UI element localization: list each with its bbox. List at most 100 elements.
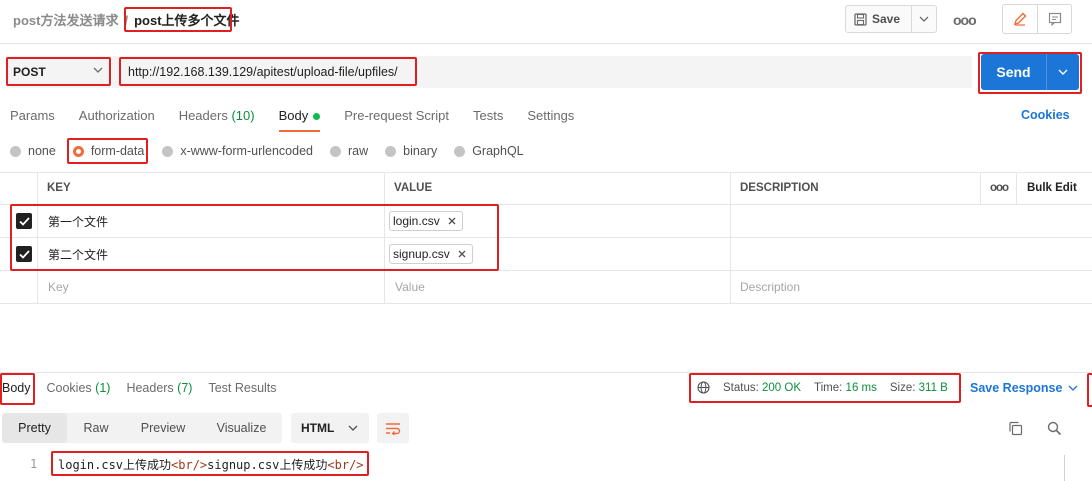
header-divider bbox=[0, 43, 1092, 44]
row-key[interactable]: 第二个文件 bbox=[48, 238, 108, 270]
table-row: 第二个文件 signup.csv bbox=[0, 238, 1092, 271]
body-indicator-dot bbox=[313, 113, 321, 121]
response-tab-test-results[interactable]: Test Results bbox=[208, 381, 276, 395]
scrollbar[interactable] bbox=[1064, 455, 1065, 481]
method-select[interactable]: POST bbox=[6, 56, 110, 88]
response-tabs: Body Cookies (1) Headers (7) Test Result… bbox=[2, 381, 293, 395]
radio-dot bbox=[454, 145, 466, 157]
check-icon bbox=[18, 216, 30, 226]
radio-raw[interactable]: raw bbox=[330, 144, 368, 158]
breadcrumb-separator: / bbox=[124, 13, 129, 28]
radio-dot bbox=[10, 145, 21, 157]
body-type-radios: none form-data x-www-form-urlencoded raw… bbox=[10, 144, 541, 158]
bulk-edit-button[interactable]: Bulk Edit bbox=[1027, 172, 1077, 204]
radio-dot-selected bbox=[72, 145, 84, 157]
table-header-row: KEY VALUE DESCRIPTION ooo Bulk Edit bbox=[0, 172, 1092, 205]
description-placeholder[interactable]: Description bbox=[740, 271, 800, 303]
radio-none[interactable]: none bbox=[10, 144, 56, 158]
highlight-edge bbox=[1087, 373, 1092, 407]
tab-authorization[interactable]: Authorization bbox=[79, 108, 155, 123]
tab-headers[interactable]: Headers (10) bbox=[179, 108, 255, 123]
line-number: 1 bbox=[30, 457, 38, 471]
comment-icon bbox=[1048, 12, 1061, 26]
close-icon[interactable] bbox=[448, 217, 456, 225]
tab-pre-request-script[interactable]: Pre-request Script bbox=[344, 108, 449, 123]
file-tag[interactable]: signup.csv bbox=[389, 244, 473, 264]
headers-count: (10) bbox=[231, 108, 255, 123]
row-value: signup.csv bbox=[389, 238, 473, 270]
save-button[interactable]: Save bbox=[846, 6, 912, 32]
column-key: KEY bbox=[47, 182, 71, 194]
request-tabs: Params Authorization Headers (10) Body P… bbox=[10, 108, 598, 132]
response-status-bar: Status: 200 OK Time: 16 ms Size: 311 B bbox=[697, 381, 948, 394]
table-more-button[interactable]: ooo bbox=[990, 172, 1009, 204]
documentation-mode-button[interactable] bbox=[1038, 5, 1071, 33]
time-value: 16 ms bbox=[845, 381, 877, 394]
edit-mode-button[interactable] bbox=[1003, 5, 1038, 33]
view-raw[interactable]: Raw bbox=[67, 413, 125, 443]
row-value: login.csv bbox=[389, 205, 463, 237]
pencil-icon bbox=[1013, 12, 1027, 26]
check-icon bbox=[18, 249, 30, 259]
file-tag[interactable]: login.csv bbox=[389, 211, 463, 231]
time-info: Time: 16 ms bbox=[814, 381, 877, 394]
wrap-icon bbox=[386, 422, 401, 435]
chevron-down-icon bbox=[348, 425, 358, 431]
row-key[interactable]: 第一个文件 bbox=[48, 205, 108, 237]
save-label: Save bbox=[872, 12, 901, 26]
url-input[interactable]: http://192.168.139.129/apitest/upload-fi… bbox=[112, 56, 972, 88]
radio-dot bbox=[330, 145, 341, 157]
table-row-empty: Key Value Description bbox=[0, 271, 1092, 304]
copy-icon[interactable] bbox=[1008, 421, 1023, 439]
tab-body[interactable]: Body bbox=[278, 108, 321, 132]
status-info: Status: 200 OK bbox=[723, 381, 802, 394]
close-icon[interactable] bbox=[458, 250, 466, 258]
chevron-down-icon bbox=[1068, 385, 1078, 391]
radio-dot bbox=[385, 145, 397, 157]
collection-name[interactable]: post方法发送请求 bbox=[13, 13, 118, 28]
response-code[interactable]: login.csv上传成功<br/>signup.csv上传成功<br/> bbox=[58, 456, 364, 473]
size-value: 311 B bbox=[918, 381, 948, 394]
globe-icon[interactable] bbox=[697, 381, 710, 394]
view-preview[interactable]: Preview bbox=[125, 413, 201, 443]
tab-settings[interactable]: Settings bbox=[527, 108, 574, 123]
wrap-lines-button[interactable] bbox=[377, 413, 409, 443]
save-options-button[interactable] bbox=[912, 6, 936, 32]
view-pretty[interactable]: Pretty bbox=[2, 413, 67, 443]
value-placeholder[interactable]: Value bbox=[395, 271, 425, 303]
cookies-link[interactable]: Cookies bbox=[1021, 108, 1070, 122]
send-options-button[interactable] bbox=[1047, 54, 1079, 90]
radio-graphql[interactable]: GraphQL bbox=[454, 144, 524, 158]
column-value: VALUE bbox=[394, 182, 433, 194]
view-visualize[interactable]: Visualize bbox=[201, 413, 282, 443]
row-checkbox[interactable] bbox=[16, 238, 32, 270]
send-button[interactable]: Send bbox=[981, 54, 1047, 90]
row-checkbox[interactable] bbox=[16, 205, 32, 237]
request-name[interactable]: post上传多个文件 bbox=[134, 13, 239, 28]
send-button-group: Send bbox=[981, 54, 1079, 90]
response-divider bbox=[0, 372, 1092, 373]
status-value: 200 OK bbox=[762, 381, 802, 394]
tab-tests[interactable]: Tests bbox=[473, 108, 503, 123]
url-value: http://192.168.139.129/apitest/upload-fi… bbox=[128, 65, 398, 79]
response-tab-cookies[interactable]: Cookies (1) bbox=[47, 381, 111, 395]
more-options-button[interactable]: ooo bbox=[953, 12, 977, 28]
save-button-group: Save bbox=[845, 5, 937, 33]
response-tab-headers[interactable]: Headers (7) bbox=[126, 381, 192, 395]
table-row: 第一个文件 login.csv bbox=[0, 205, 1092, 238]
chevron-down-icon bbox=[1058, 69, 1068, 75]
chevron-down-icon bbox=[919, 16, 929, 22]
radio-x-www-form-urlencoded[interactable]: x-www-form-urlencoded bbox=[162, 144, 313, 158]
radio-form-data[interactable]: form-data bbox=[72, 144, 144, 158]
radio-binary[interactable]: binary bbox=[385, 144, 437, 158]
response-tab-body[interactable]: Body bbox=[2, 381, 31, 395]
save-response-button[interactable]: Save Response bbox=[970, 381, 1078, 395]
tab-params[interactable]: Params bbox=[10, 108, 55, 123]
chevron-down-icon bbox=[93, 67, 103, 73]
view-mode-toggle bbox=[1002, 4, 1072, 34]
key-placeholder[interactable]: Key bbox=[48, 271, 69, 303]
size-info: Size: 311 B bbox=[889, 381, 948, 394]
format-select[interactable]: HTML bbox=[291, 413, 369, 443]
save-icon bbox=[854, 12, 867, 26]
search-icon[interactable] bbox=[1047, 421, 1062, 439]
